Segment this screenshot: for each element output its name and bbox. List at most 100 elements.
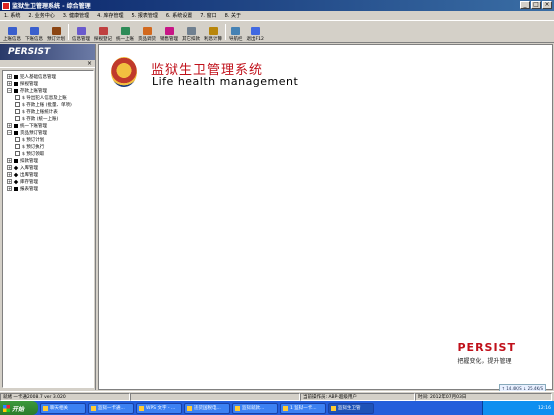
plan-icon bbox=[51, 27, 61, 35]
menu-about[interactable]: 8. 关于 bbox=[221, 12, 245, 19]
task-list: 聊天相关 监狱一卡通... WPS 文字 - ... 违货国税电... 监狱就款... 1… bbox=[38, 402, 374, 414]
visit-icon bbox=[98, 27, 108, 35]
app-icon bbox=[2, 1, 10, 10]
expand-icon[interactable]: + bbox=[7, 172, 12, 177]
toolbar-button-label: 利息计算 bbox=[204, 37, 222, 42]
menu-inventory[interactable]: 4. 库存管理 bbox=[93, 12, 127, 19]
title-bar: 监狱生卫管理系统 - 综合管理 _ □ × bbox=[0, 0, 554, 11]
taskbar-task[interactable]: 监狱一卡通... bbox=[88, 402, 134, 414]
tree-node[interactable]: − 货品预订管理 bbox=[3, 129, 93, 136]
toolbar-button[interactable]: 其它扣款 bbox=[180, 22, 202, 42]
minimize-button[interactable]: _ bbox=[520, 1, 530, 9]
tree-node[interactable]: $ 存款 (统一上账) bbox=[3, 115, 93, 122]
tree-node[interactable]: + 扣款管理 bbox=[3, 157, 93, 164]
tree-node[interactable]: $ 存款上账 (批量、单项) bbox=[3, 101, 93, 108]
police-emblem-icon bbox=[111, 57, 137, 87]
toolbar-button[interactable]: 利息计算 bbox=[202, 22, 224, 42]
toolbar-button-label: 统一上账 bbox=[116, 37, 134, 42]
menu-reports[interactable]: 5. 报表管理 bbox=[128, 12, 162, 19]
account-icon bbox=[7, 27, 17, 35]
status-operator: 当前操作员: ABP-超级用户 bbox=[300, 392, 415, 401]
taskbar-task[interactable]: 违货国税电... bbox=[184, 402, 230, 414]
tree-node[interactable]: + 探视管理 bbox=[3, 80, 93, 87]
deduct-icon bbox=[186, 27, 196, 35]
expand-icon[interactable]: + bbox=[7, 81, 12, 86]
collapse-icon[interactable]: − bbox=[7, 130, 12, 135]
toolbar-button[interactable]: 退出F12 bbox=[245, 22, 266, 42]
square-icon bbox=[14, 186, 18, 191]
status-bar: 就绪 一卡通2008.7 ver 3.020 当前操作员: ABP-超级用户 时… bbox=[0, 391, 554, 401]
menu-business-center[interactable]: 2. 业务中心 bbox=[24, 12, 58, 19]
start-label: 开始 bbox=[12, 405, 25, 413]
toolbar-button-label: 探视登记 bbox=[94, 37, 112, 42]
main-content: 监狱生卫管理系统 Life health management PERSIST … bbox=[98, 44, 553, 390]
taskbar-task[interactable]: 监狱生卫管 bbox=[328, 402, 374, 414]
taskbar-task-label: 1 监狱一卡... bbox=[290, 406, 317, 411]
info-icon bbox=[76, 27, 86, 35]
taskbar-task[interactable]: 聊天相关 bbox=[40, 402, 86, 414]
tree-node[interactable]: $ 预订执行 bbox=[3, 143, 93, 150]
tree-node-label: $ 导出犯人信息及上账 bbox=[22, 95, 67, 101]
exit-icon bbox=[250, 27, 260, 35]
brand-slogan: 把握变化，提升管理 bbox=[457, 358, 512, 365]
close-icon[interactable]: × bbox=[87, 60, 92, 67]
system-tray: 12:16 bbox=[482, 401, 554, 415]
toolbar-button[interactable]: 下账信息 bbox=[23, 22, 45, 42]
toolbar-button[interactable]: 导航栏 bbox=[227, 22, 245, 42]
square-icon bbox=[14, 74, 18, 79]
taskbar-task[interactable]: 1 监狱一卡... bbox=[280, 402, 326, 414]
taskbar-task-label: 违货国税电... bbox=[194, 406, 221, 411]
tree-node[interactable]: $ 预订计划 bbox=[3, 136, 93, 143]
account-down-icon bbox=[29, 27, 39, 35]
square-icon bbox=[14, 123, 18, 128]
window-icon bbox=[43, 405, 48, 411]
expand-icon[interactable]: + bbox=[7, 123, 12, 128]
menu-system[interactable]: 1. 系统 bbox=[0, 12, 24, 19]
tree-node[interactable]: + 报表管理 bbox=[3, 185, 93, 192]
toolbar-button[interactable]: 货品调货 bbox=[136, 22, 158, 42]
expand-icon[interactable]: + bbox=[7, 186, 12, 191]
taskbar-task[interactable]: WPS 文字 - ... bbox=[136, 402, 182, 414]
tree-node[interactable]: $ 预订领取 bbox=[3, 150, 93, 157]
persist-banner: PERSIST bbox=[0, 44, 95, 60]
tree-node[interactable]: + 入库管理 bbox=[3, 164, 93, 171]
expand-icon[interactable]: + bbox=[7, 74, 12, 79]
expand-icon[interactable]: + bbox=[7, 179, 12, 184]
tree-node[interactable]: $ 导出犯人信息及上账 bbox=[3, 94, 93, 101]
tree-node[interactable]: + 统一下账管理 bbox=[3, 122, 93, 129]
menu-health[interactable]: 3. 健康管理 bbox=[59, 12, 93, 19]
tray-clock: 12:16 bbox=[538, 405, 551, 411]
toolbar-button[interactable]: 统一上账 bbox=[114, 22, 136, 42]
tree-node[interactable]: − 存款上账管理 bbox=[3, 87, 93, 94]
start-button[interactable]: 开始 bbox=[0, 401, 38, 415]
toolbar: 上账信息 下账信息 预订计划 信息管理 探视登记 统一上账 货品调货 销售管理 其它扣款 利息计算… bbox=[0, 22, 554, 43]
tree-node[interactable]: $ 存款上账统计表 bbox=[3, 108, 93, 115]
menu-window[interactable]: 7. 窗口 bbox=[196, 12, 220, 19]
toolbar-button[interactable]: 上账信息 bbox=[1, 22, 23, 42]
expand-icon[interactable]: + bbox=[7, 158, 12, 163]
status-version: 就绪 一卡通2008.7 ver 3.020 bbox=[0, 392, 130, 401]
taskbar-task-label: 聊天相关 bbox=[50, 406, 68, 411]
collapse-icon[interactable]: − bbox=[7, 88, 12, 93]
toolbar-separator bbox=[68, 24, 69, 40]
toolbar-button[interactable]: 信息管理 bbox=[70, 22, 92, 42]
maximize-button[interactable]: □ bbox=[531, 1, 541, 9]
toolbar-button[interactable]: 探视登记 bbox=[92, 22, 114, 42]
taskbar-task[interactable]: 监狱就款... bbox=[232, 402, 278, 414]
taskbar: 开始 聊天相关 监狱一卡通... WPS 文字 - ... 违货国税电... 监狱就款.… bbox=[0, 401, 554, 415]
tree-node[interactable]: + 库存管理 bbox=[3, 178, 93, 185]
brand-name: PERSIST bbox=[457, 341, 516, 354]
tree-node-label: 出库管理 bbox=[20, 172, 38, 178]
tree-node-label: 入库管理 bbox=[20, 165, 38, 171]
toolbar-button[interactable]: 销售管理 bbox=[158, 22, 180, 42]
expand-icon[interactable]: + bbox=[7, 165, 12, 170]
windows-logo-icon bbox=[3, 404, 10, 412]
tree-node-label: 探视管理 bbox=[20, 81, 38, 87]
tree-node[interactable]: + 出库管理 bbox=[3, 171, 93, 178]
close-button[interactable]: × bbox=[542, 1, 552, 9]
document-icon bbox=[15, 102, 20, 107]
toolbar-button[interactable]: 预订计划 bbox=[45, 22, 67, 42]
square-icon bbox=[14, 158, 18, 163]
tree-node[interactable]: + 犯人基础信息管理 bbox=[3, 73, 93, 80]
menu-settings[interactable]: 6. 系统设置 bbox=[162, 12, 196, 19]
